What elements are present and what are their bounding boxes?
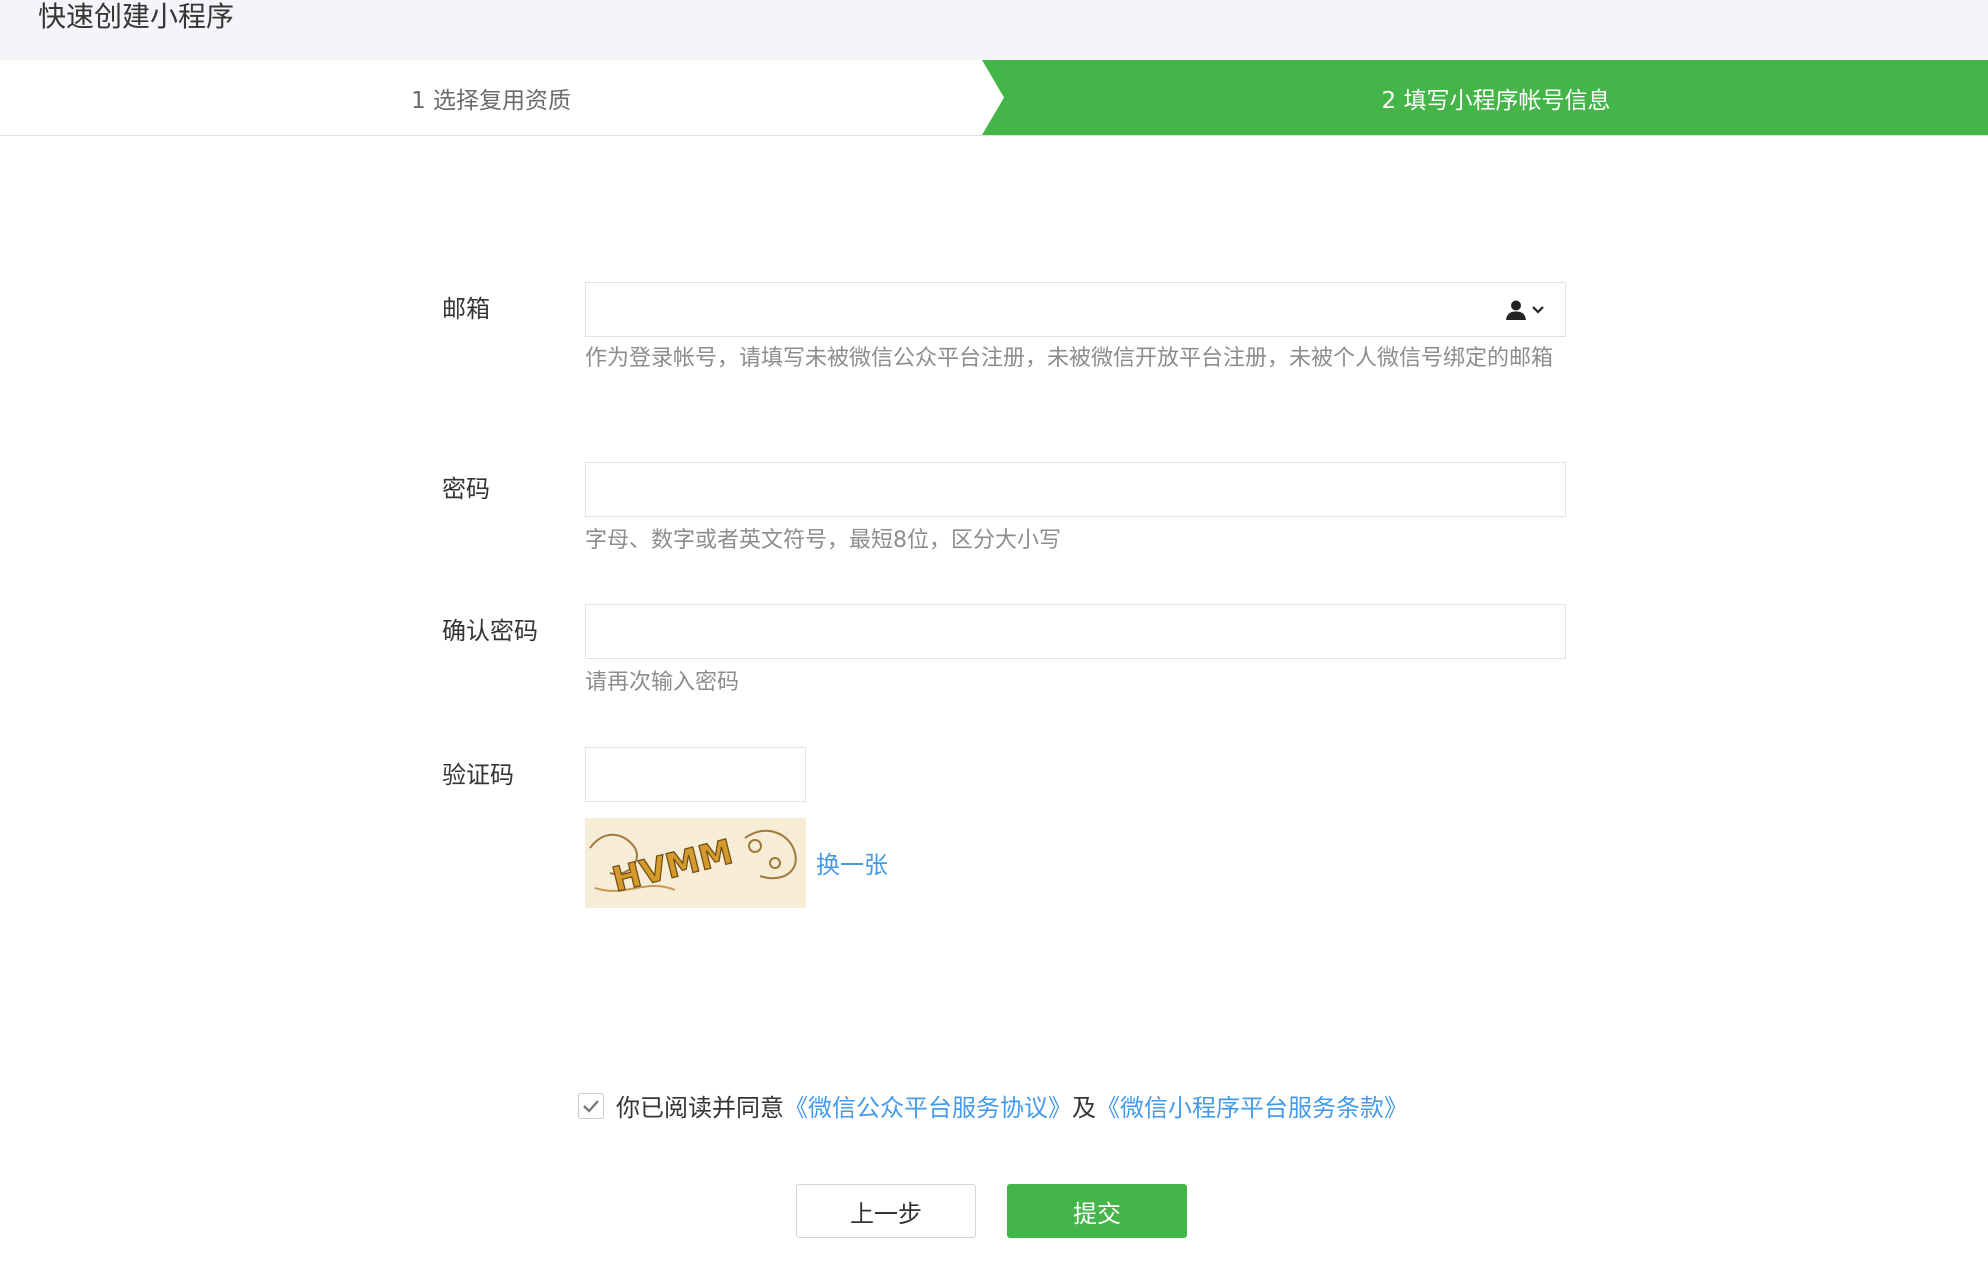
- captcha-drawing: HVMM: [585, 818, 806, 908]
- top-bar: 快速创建小程序: [0, 0, 1988, 60]
- step-2-active: 2 填写小程序帐号信息: [982, 60, 1988, 135]
- captcha-refresh-link[interactable]: 换一张: [816, 845, 888, 880]
- password-hint: 字母、数字或者英文符号，最短8位，区分大小写: [585, 528, 1061, 553]
- step-1-label: 1 选择复用资质: [411, 87, 571, 114]
- check-icon: [583, 1099, 599, 1113]
- user-icon: [1506, 300, 1526, 320]
- captcha-image[interactable]: HVMM: [585, 818, 806, 908]
- account-dropdown-icon[interactable]: [1505, 297, 1549, 323]
- bottom-shadow: [0, 1225, 1988, 1268]
- email-hint: 作为登录帐号，请填写未被微信公众平台注册，未被微信开放平台注册，未被个人微信号绑…: [585, 346, 1554, 371]
- agreement-row: 你已阅读并同意 《微信公众平台服务协议》 及 《微信小程序平台服务条款》: [578, 1088, 1408, 1123]
- confirm-password-label: 确认密码: [442, 617, 538, 645]
- agreement-checkbox[interactable]: [578, 1092, 604, 1119]
- page-title: 快速创建小程序: [38, 0, 235, 33]
- email-label: 邮箱: [442, 295, 490, 323]
- submit-button[interactable]: 提交: [1007, 1184, 1187, 1238]
- email-field[interactable]: [585, 282, 1566, 337]
- captcha-label: 验证码: [442, 761, 514, 789]
- agreement-and: 及: [1072, 1094, 1096, 1122]
- step-2-label: 2 填写小程序帐号信息: [1381, 87, 1611, 114]
- confirm-password-field[interactable]: [585, 604, 1566, 659]
- password-label: 密码: [442, 475, 490, 503]
- step-indicator: 1 选择复用资质 2 填写小程序帐号信息: [0, 60, 1988, 136]
- captcha-field[interactable]: [585, 747, 806, 802]
- previous-step-button[interactable]: 上一步: [796, 1184, 976, 1238]
- step-1: 1 选择复用资质: [0, 60, 982, 135]
- password-field[interactable]: [585, 462, 1566, 517]
- chevron-down-icon: [1532, 306, 1544, 314]
- service-agreement-link[interactable]: 《微信公众平台服务协议》: [784, 1088, 1072, 1123]
- confirm-password-hint: 请再次输入密码: [585, 670, 740, 695]
- agreement-text: 你已阅读并同意: [616, 1094, 784, 1122]
- miniprogram-terms-link[interactable]: 《微信小程序平台服务条款》: [1096, 1088, 1408, 1123]
